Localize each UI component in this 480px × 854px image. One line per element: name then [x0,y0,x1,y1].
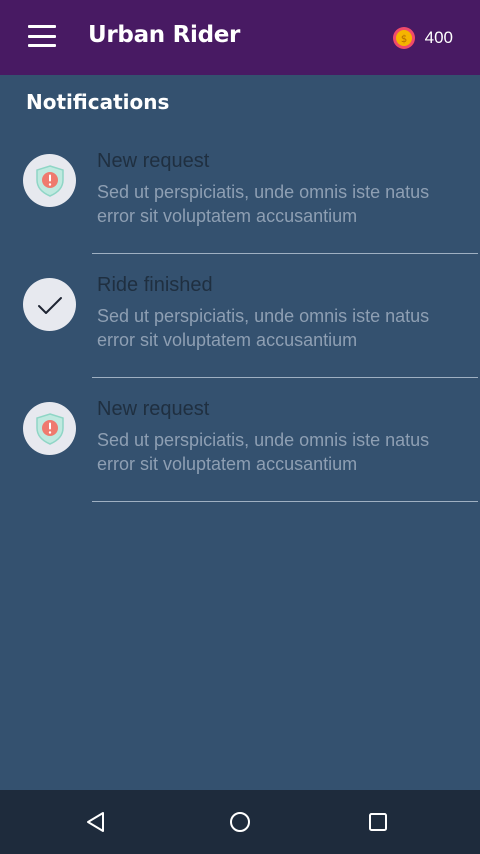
app-screen: Urban Rider $ 400 Notifications New requ… [0,0,480,854]
notification-avatar [23,402,76,455]
notification-title: Ride finished [97,274,213,296]
checkmark-icon [37,296,62,314]
notification-body: Sed ut perspiciatis, unde omnis iste nat… [97,306,430,350]
coin-balance[interactable]: $ 400 [392,25,453,51]
shield-alert-icon [35,412,64,445]
home-circle-icon[interactable] [228,810,252,834]
system-navigation-bar [0,790,480,854]
notification-title: New request [97,150,210,172]
notification-item[interactable]: New request Sed ut perspiciatis, unde om… [0,130,480,254]
notification-list: New request Sed ut perspiciatis, unde om… [0,130,480,502]
hamburger-menu-icon[interactable] [28,25,56,47]
recent-apps-square-icon[interactable] [366,810,390,834]
section-title: Notifications [26,90,170,114]
app-title: Urban Rider [88,22,241,48]
svg-text:$: $ [400,34,406,45]
notification-avatar [23,278,76,331]
notification-item[interactable]: New request Sed ut perspiciatis, unde om… [0,378,480,502]
coin-icon: $ [392,27,415,49]
top-app-bar: Urban Rider $ 400 [0,0,480,75]
notification-body: Sed ut perspiciatis, unde omnis iste nat… [97,182,430,226]
notification-title: New request [97,398,210,420]
back-triangle-icon[interactable] [84,810,108,834]
notification-avatar [23,154,76,207]
notification-item[interactable]: Ride finished Sed ut perspiciatis, unde … [0,254,480,378]
divider [92,501,478,502]
shield-alert-icon [35,164,64,197]
notification-body: Sed ut perspiciatis, unde omnis iste nat… [97,430,430,474]
coin-balance-value: 400 [424,28,453,47]
